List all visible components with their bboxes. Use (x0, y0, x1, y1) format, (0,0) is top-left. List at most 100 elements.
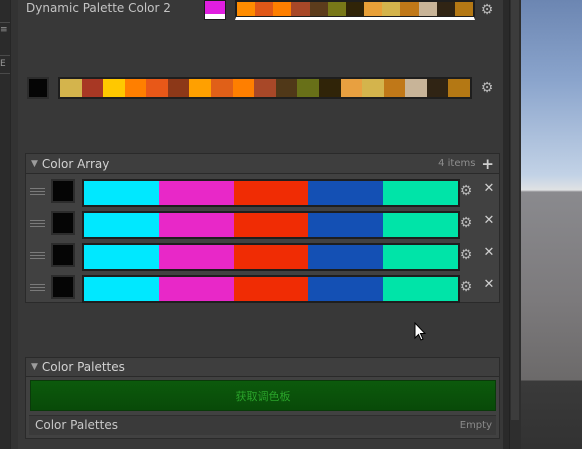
strip-divider (0, 22, 10, 23)
palette-color-cell (158, 213, 234, 237)
gear-icon[interactable]: ⚙ (458, 215, 474, 231)
palette-color-cell (382, 2, 401, 16)
palette-color-cell (308, 181, 384, 205)
palette-color-cell (233, 213, 309, 237)
row-color-strip[interactable] (82, 243, 460, 271)
scrollbar-thumb[interactable] (511, 0, 519, 420)
inspector-gutter (10, 0, 18, 449)
palette-color-cell (84, 245, 159, 269)
gear-icon[interactable]: ⚙ (458, 183, 474, 199)
palette-color-cell (383, 213, 458, 237)
row-color-strip[interactable] (82, 179, 460, 207)
palette-color-cell (232, 79, 255, 97)
palette-color-cell (167, 79, 190, 97)
palette-color-cell (308, 213, 384, 237)
palette-color-cell (400, 2, 419, 16)
drag-handle-icon[interactable] (30, 188, 45, 195)
color-palettes-title: Color Palettes (41, 360, 125, 374)
drag-handle-icon[interactable] (30, 252, 45, 259)
row-color-swatch[interactable] (51, 275, 75, 299)
palette-color-cell (211, 79, 233, 97)
palette-color-cell (254, 79, 276, 97)
drag-handle-icon[interactable] (30, 220, 45, 227)
left-window-strip: ≡ E (0, 0, 10, 449)
scene-view[interactable] (521, 0, 582, 449)
color-array-row[interactable]: ⚙ ✕ (26, 240, 499, 271)
palette-color-cell (233, 277, 309, 301)
palette-color-cell (81, 79, 104, 97)
dynamic-palette-color-2-label: Dynamic Palette Color 2 (26, 1, 171, 15)
strip-divider (0, 55, 10, 56)
palette-color-cell (189, 79, 212, 97)
palette-color-cell (158, 277, 234, 301)
dynamic-palette-color-strip[interactable] (235, 0, 475, 20)
palette-color-cell (291, 2, 310, 16)
row-color-swatch[interactable] (51, 179, 75, 203)
foldout-triangle-icon[interactable]: ▼ (31, 362, 38, 372)
palette-color-cell (383, 245, 458, 269)
color-palettes-field-value: Empty (459, 420, 492, 431)
palette-color-cell (418, 2, 437, 16)
foldout-triangle-icon[interactable]: ▼ (31, 159, 38, 169)
palette-color-cell (454, 2, 474, 16)
palette-color-cell (308, 277, 384, 301)
palette-color-cell (364, 2, 383, 16)
palette-field-color-strip[interactable] (58, 77, 472, 99)
palette-color-cell (405, 79, 427, 97)
row-color-swatch[interactable] (51, 211, 75, 235)
color-array-title: Color Array (41, 156, 110, 171)
drag-handle-icon[interactable] (30, 284, 45, 291)
gear-icon[interactable]: ⚙ (479, 2, 495, 18)
plus-icon[interactable]: + (481, 155, 494, 173)
inspector-panel: Dynamic Palette Color 2 ⚙ ⚙ ▼ Color Arra… (18, 0, 503, 449)
palette-color-cell (327, 2, 346, 16)
palette-color-cell (158, 181, 234, 205)
remove-icon[interactable]: ✕ (482, 181, 496, 196)
row-color-swatch[interactable] (51, 243, 75, 267)
palette-color-cell (345, 2, 365, 16)
color-palettes-header[interactable]: ▼ Color Palettes (25, 357, 500, 377)
color-array-row[interactable]: ⚙ ✕ (26, 272, 499, 303)
strip-divider (0, 73, 10, 74)
palette-color-cell (84, 213, 159, 237)
gear-icon[interactable]: ⚙ (479, 80, 495, 96)
palette-color-cell (158, 245, 234, 269)
palette-color-cell (383, 79, 406, 97)
color-array-header[interactable]: ▼ Color Array 4 items + (25, 153, 500, 174)
swatch-color-top (205, 1, 225, 14)
remove-icon[interactable]: ✕ (482, 277, 496, 292)
palette-color-cell (383, 277, 458, 301)
palette-color-cell (308, 245, 384, 269)
color-array-list: ⚙ ✕ ⚙ ✕ ⚙ ✕ ⚙ ✕ (25, 174, 500, 303)
color-palettes-field[interactable]: Color Palettes Empty (29, 415, 496, 435)
palette-color-cell (146, 79, 168, 97)
remove-icon[interactable]: ✕ (482, 245, 496, 260)
palette-color-cell (340, 79, 363, 97)
palette-color-cell (233, 181, 309, 205)
palette-field-swatch[interactable] (27, 77, 49, 99)
e-glyph: E (0, 59, 6, 69)
gear-icon[interactable]: ⚙ (458, 279, 474, 295)
palette-color-cell (237, 2, 256, 16)
palette-color-cell (275, 79, 298, 97)
palette-color-cell (255, 2, 274, 16)
row-color-strip[interactable] (82, 211, 460, 239)
color-array-row[interactable]: ⚙ ✕ (26, 208, 499, 239)
palette-color-cell (84, 181, 159, 205)
palette-color-cell (273, 2, 292, 16)
color-palettes-body: 获取调色板 Color Palettes Empty (25, 377, 500, 439)
menu-glyph: ≡ (0, 25, 8, 35)
palette-color-cell (103, 79, 125, 97)
dynamic-palette-swatch[interactable] (204, 0, 226, 20)
color-palettes-field-label: Color Palettes (35, 418, 118, 432)
palette-color-cell (309, 2, 328, 16)
palette-color-cell (233, 245, 309, 269)
row-color-strip[interactable] (82, 275, 460, 303)
palette-color-cell (297, 79, 319, 97)
gear-icon[interactable]: ⚙ (458, 247, 474, 263)
color-array-row[interactable]: ⚙ ✕ (26, 176, 499, 207)
palette-color-cell (318, 79, 341, 97)
get-palette-button[interactable]: 获取调色板 (30, 380, 496, 411)
remove-icon[interactable]: ✕ (482, 213, 496, 228)
palette-color-cell (426, 79, 449, 97)
